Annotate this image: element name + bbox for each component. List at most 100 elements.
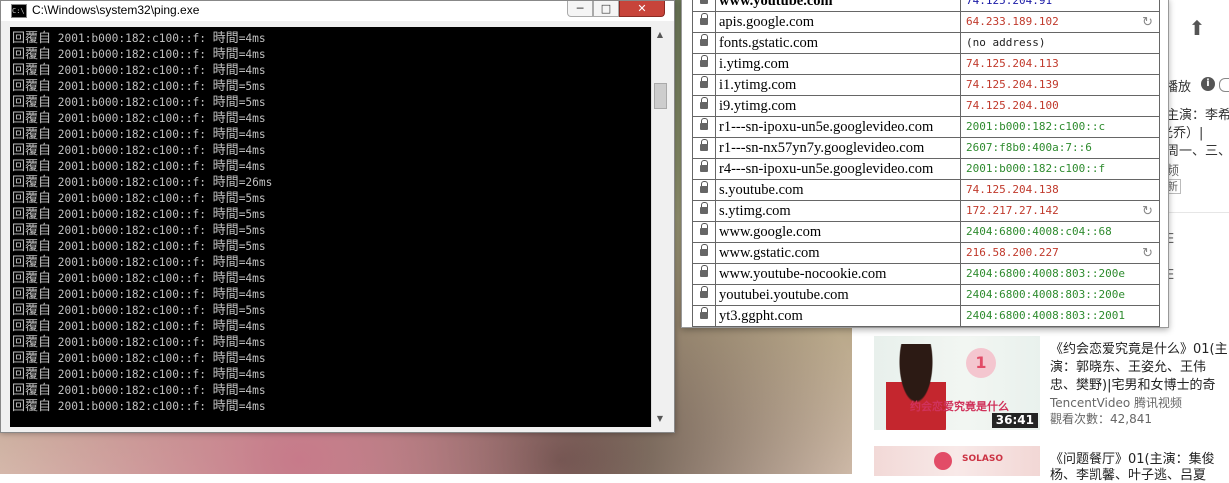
thumbnail-number: 1 <box>966 348 996 378</box>
reply-address: 2001:b000:182:c100::f: <box>51 352 213 365</box>
dns-row: www.youtube-nocookie.com 2404:6800:4008:8… <box>692 264 1160 285</box>
reply-address: 2001:b000:182:c100::f: <box>51 320 213 333</box>
reply-prefix: 回覆自 <box>12 175 52 190</box>
scrollbar-thumb[interactable] <box>654 83 667 109</box>
console-line: 回覆自 2001:b000:182:c100::f: 時間=5ms <box>12 223 266 239</box>
lock-icon <box>700 286 709 299</box>
dns-row: fonts.gstatic.com (no address) <box>692 33 1160 54</box>
reply-prefix: 回覆自 <box>12 351 52 366</box>
lock-icon <box>700 118 709 131</box>
time-value: =4ms <box>238 112 266 125</box>
refresh-icon[interactable]: ↻ <box>1142 202 1153 221</box>
reply-address: 2001:b000:182:c100::f: <box>51 176 213 189</box>
video-title[interactable]: 演：郭晓东、王姿允、王伟 <box>1050 356 1206 375</box>
lock-icon <box>700 97 709 110</box>
dns-row: s.ytimg.com 172.217.27.142 ↻ <box>692 201 1160 222</box>
reply-address: 2001:b000:182:c100::f: <box>51 128 213 141</box>
time-value: =4ms <box>238 32 266 45</box>
reply-prefix: 回覆自 <box>12 287 52 302</box>
console-scrollbar[interactable]: ▲ ▼ <box>651 27 668 427</box>
console-line: 回覆自 2001:b000:182:c100::f: 時間=4ms <box>12 63 266 79</box>
dns-row: i.ytimg.com 74.125.204.113 <box>692 54 1160 75</box>
time-value: =4ms <box>238 144 266 157</box>
reply-address: 2001:b000:182:c100::f: <box>51 368 213 381</box>
lock-cell <box>692 222 716 242</box>
window-titlebar[interactable]: C:\ C:\Windows\system32\ping.exe ─ □ ✕ <box>1 1 674 21</box>
ping-console-window[interactable]: C:\ C:\Windows\system32\ping.exe ─ □ ✕ 回… <box>0 0 675 433</box>
console-line: 回覆自 2001:b000:182:c100::f: 時間=4ms <box>12 351 266 367</box>
time-label: 時間 <box>212 95 239 110</box>
video-title[interactable]: 《约会恋爱究竟是什么》01(主 <box>1050 338 1228 357</box>
console-line: 回覆自 2001:b000:182:c100::f: 時間=4ms <box>12 127 266 143</box>
console-line: 回覆自 2001:b000:182:c100::f: 時間=4ms <box>12 271 266 287</box>
lock-icon <box>700 76 709 89</box>
reply-prefix: 回覆自 <box>12 191 52 206</box>
ip-address-text: 2404:6800:4008:803::200e <box>966 288 1125 301</box>
lock-icon <box>700 244 709 257</box>
video-thumbnail[interactable]: SOLASO <box>874 446 1040 476</box>
lock-icon <box>700 265 709 278</box>
lock-cell <box>692 33 716 53</box>
lock-icon <box>700 55 709 68</box>
hostname: s.youtube.com <box>716 180 961 200</box>
video-title[interactable]: 忠、樊野)|宅男和女博士的奇 <box>1050 374 1215 393</box>
reply-address: 2001:b000:182:c100::f: <box>51 240 213 253</box>
info-icon[interactable]: i <box>1201 77 1215 91</box>
reply-address: 2001:b000:182:c100::f: <box>51 112 213 125</box>
time-label: 時間 <box>212 143 239 158</box>
scroll-down-icon[interactable]: ▼ <box>652 411 668 427</box>
console-line: 回覆自 2001:b000:182:c100::f: 時間=4ms <box>12 159 266 175</box>
minimize-button[interactable]: ─ <box>567 1 593 17</box>
ip-address-text: 74.125.204.113 <box>966 57 1059 70</box>
lock-cell <box>692 201 716 221</box>
thumbnail-logo: SOLASO <box>962 454 1003 464</box>
time-label: 時間 <box>212 319 239 334</box>
time-value: =4ms <box>238 256 266 269</box>
video-channel[interactable]: TencentVideo 腾讯视频 <box>1050 394 1182 411</box>
hostname: i9.ytimg.com <box>716 96 961 116</box>
hostname: www.youtube-nocookie.com <box>716 264 961 284</box>
lock-cell <box>692 117 716 137</box>
ip-address-text: 2607:f8b0:400a:7::6 <box>966 141 1092 154</box>
ip-address-text: 74.125.204.91 <box>966 0 1053 7</box>
dns-row: i1.ytimg.com 74.125.204.139 <box>692 75 1160 96</box>
ip-address: 2404:6800:4008:803::200e <box>961 264 1160 284</box>
console-icon: C:\ <box>11 4 27 18</box>
time-value: =4ms <box>238 288 266 301</box>
reply-prefix: 回覆自 <box>12 239 52 254</box>
hostname: www.google.com <box>716 222 961 242</box>
time-label: 時間 <box>212 31 239 46</box>
dns-row: r1---sn-ipoxu-un5e.googlevideo.com 2001:b… <box>692 117 1160 138</box>
time-label: 時間 <box>212 255 239 270</box>
maximize-button[interactable]: □ <box>593 1 619 17</box>
scroll-up-icon[interactable]: ▲ <box>652 27 668 43</box>
console-line: 回覆自 2001:b000:182:c100::f: 時間=5ms <box>12 95 266 111</box>
lock-cell <box>692 159 716 179</box>
console-line: 回覆自 2001:b000:182:c100::f: 時間=26ms <box>12 175 272 191</box>
hostname: www.gstatic.com <box>716 243 961 263</box>
console-line: 回覆自 2001:b000:182:c100::f: 時間=5ms <box>12 207 266 223</box>
dns-row: r1---sn-nx57yn7y.googlevideo.com 2607:f8b… <box>692 138 1160 159</box>
ip-address-text: 74.125.204.139 <box>966 78 1059 91</box>
window-title: C:\Windows\system32\ping.exe <box>32 3 200 17</box>
dns-row: www.gstatic.com 216.58.200.227 ↻ <box>692 243 1160 264</box>
console-line: 回覆自 2001:b000:182:c100::f: 時間=5ms <box>12 303 266 319</box>
upload-icon[interactable]: ⬆ <box>1185 14 1209 42</box>
video-thumbnail[interactable]: 1 约会恋爱究竟是什么 36:41 <box>874 336 1040 430</box>
console-output[interactable]: 回覆自 2001:b000:182:c100::f: 時間=4ms 回覆自 200… <box>10 27 651 427</box>
reply-prefix: 回覆自 <box>12 31 52 46</box>
reply-prefix: 回覆自 <box>12 111 52 126</box>
time-label: 時間 <box>212 63 239 78</box>
dns-row: apis.google.com 64.233.189.102 ↻ <box>692 12 1160 33</box>
reply-address: 2001:b000:182:c100::f: <box>51 80 213 93</box>
refresh-icon[interactable]: ↻ <box>1142 244 1153 263</box>
refresh-icon[interactable]: ↻ <box>1142 13 1153 32</box>
close-button[interactable]: ✕ <box>619 1 665 17</box>
hostname: s.ytimg.com <box>716 201 961 221</box>
autoplay-toggle[interactable] <box>1219 78 1229 92</box>
reply-prefix: 回覆自 <box>12 79 52 94</box>
reply-address: 2001:b000:182:c100::f: <box>51 160 213 173</box>
lock-icon <box>700 13 709 26</box>
time-label: 時間 <box>212 367 239 382</box>
reply-prefix: 回覆自 <box>12 319 52 334</box>
